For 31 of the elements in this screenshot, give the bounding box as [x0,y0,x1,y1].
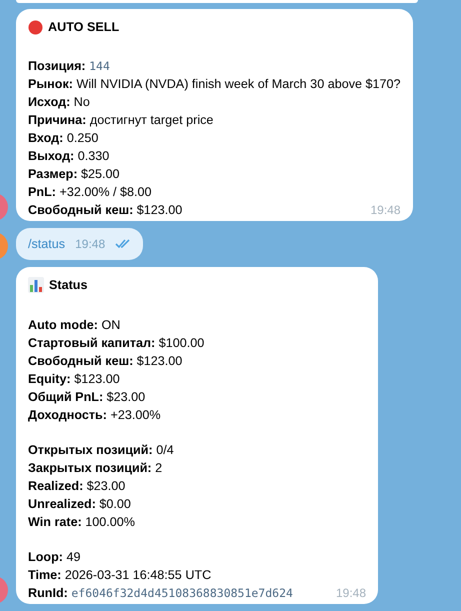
message-line: Equity: $123.00 [28,371,120,388]
message-line: Выход: 0.330 [28,148,110,166]
message-line: Доходность: +23.00% [28,407,161,424]
message-text: /status [28,236,66,254]
message-line: Win rate: 100.00% [28,514,135,532]
message-time: 19:48 [370,202,401,220]
message-line: Свободный кеш: $123.00 [28,353,182,370]
message-time: 19:48 [336,585,366,602]
message-title: AUTO SELL [48,19,120,35]
message-line: Позиция: 144 [28,58,110,76]
bar-chart-icon [28,277,44,294]
message-line: Вход: 0.250 [28,130,98,148]
message-line: Причина: достигнут target price [28,112,214,130]
message-line: Общий PnL: $23.00 [28,389,146,406]
message-line: Unrealized: $0.00 [28,496,131,514]
message-line: Свободный кеш: $123.00 [28,202,182,220]
message-line: Loop: 49 [28,549,80,566]
message-line: Стартовый капитал: $100.00 [28,335,204,352]
message-time: 19:48 [75,236,106,254]
message-line: PnL: +32.00% / $8.00 [28,184,152,202]
message-line: Исход: No [28,94,90,112]
message-line: Размер: $25.00 [28,166,120,184]
message-line: Закрытых позиций: 2 [28,460,162,478]
message-line: Открытых позиций: 0/4 [28,442,174,460]
message-line: Time: 2026-03-31 16:48:55 UTC [28,567,212,584]
message-line: RunId: ef6046f32d4d45108368830851e7d624 [28,585,293,602]
message-line: Auto mode: ON [28,317,120,334]
message-title: Status [49,277,88,294]
message-line: Realized: $23.00 [28,478,126,496]
circle-icon [28,20,43,34]
message-line: Рынок: Will NVIDIA (NVDA) finish week of March 30 above $170? [28,76,401,94]
